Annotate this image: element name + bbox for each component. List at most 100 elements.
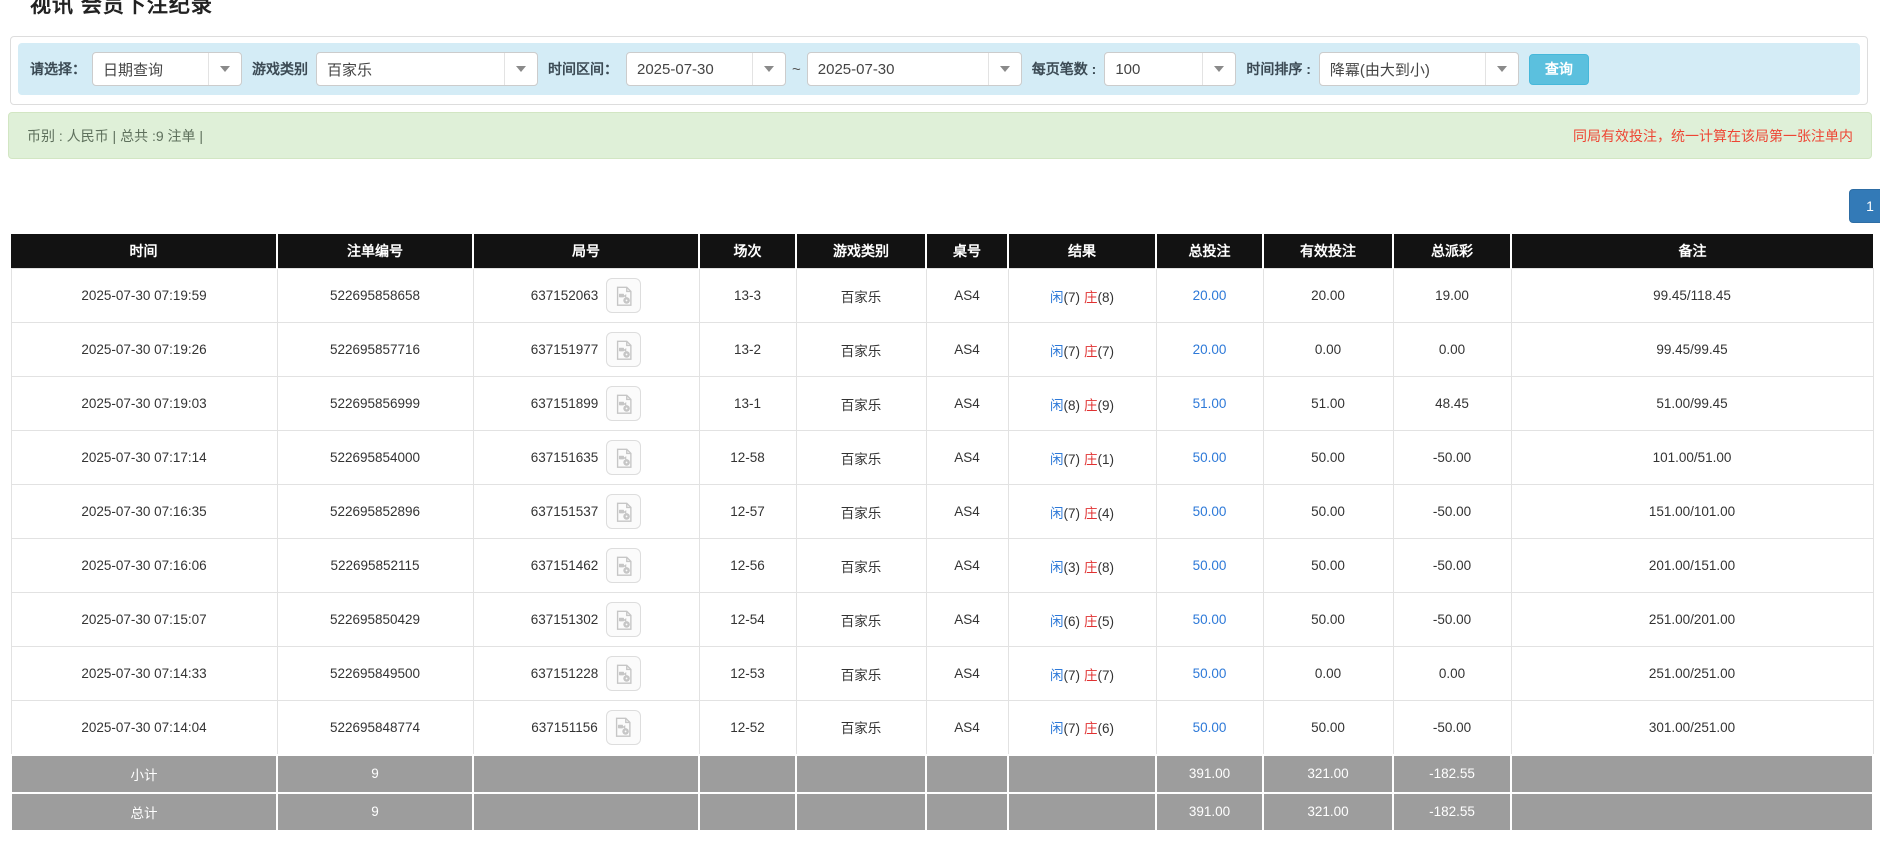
banker-score: (6): [1097, 721, 1115, 737]
cell-bet-id: 522695848774: [276, 700, 474, 755]
cell-bet-id: 522695856999: [276, 376, 474, 431]
subtotal-empty-cell: [1007, 753, 1157, 794]
chevron-down-icon: [987, 53, 1021, 85]
total-bet-link[interactable]: 20.00: [1193, 288, 1227, 303]
banker-score: (1): [1097, 451, 1115, 467]
video-record-button[interactable]: [606, 332, 642, 367]
player-score: (7): [1063, 451, 1081, 467]
video-record-button[interactable]: [606, 602, 642, 637]
cell-remark: 201.00/151.00: [1510, 538, 1874, 593]
total-bet-link[interactable]: 50.00: [1193, 450, 1227, 465]
filter-bar: 请选择： 日期查询 游戏类别 百家乐 时间区间： 2025-07-30 ~ 20…: [18, 43, 1860, 95]
banker-score: (4): [1097, 505, 1115, 521]
video-record-button[interactable]: [606, 386, 642, 421]
cell-result: 闲(8) 庄(9): [1007, 376, 1157, 431]
cell-result: 闲(7) 庄(4): [1007, 484, 1157, 539]
round-id: 637151228: [530, 666, 599, 681]
video-record-button[interactable]: [606, 494, 642, 529]
player-result: 闲: [1050, 559, 1064, 575]
time-range-label: 时间区间：: [548, 61, 618, 77]
total-empty-cell: [698, 791, 797, 832]
banker-result: 庄: [1084, 397, 1098, 413]
total-bet-link[interactable]: 50.00: [1193, 612, 1227, 627]
cell-valid-bet: 50.00: [1262, 592, 1394, 647]
player-result: 闲: [1050, 505, 1064, 521]
total-valid-bet: 321.00: [1262, 791, 1394, 832]
video-record-button[interactable]: [606, 656, 642, 691]
page-size-label: 每页笔数 :: [1031, 61, 1097, 77]
query-button[interactable]: 查询: [1528, 53, 1589, 85]
cell-session: 12-54: [698, 592, 797, 647]
cell-round-id: 637151302: [472, 592, 700, 647]
chevron-down-icon: [1484, 53, 1518, 85]
game-type-dropdown[interactable]: 百家乐: [316, 52, 538, 86]
video-record-icon: [616, 448, 632, 468]
cell-time: 2025-07-30 07:19:03: [10, 376, 278, 431]
total-label: 总计: [10, 791, 278, 832]
subtotal-row: 小计 9 391.00 321.00 -182.55: [10, 753, 1874, 794]
header-bet-id: 注单编号: [277, 234, 474, 269]
player-score: (7): [1063, 667, 1081, 683]
table-row: 2025-07-30 07:19:03 522695856999 6371518…: [10, 376, 1874, 431]
player-score: (6): [1063, 613, 1081, 629]
cell-table-no: AS4: [925, 322, 1009, 377]
total-payout: -182.55: [1392, 791, 1512, 832]
sort-order-dropdown[interactable]: 降冪(由大到小): [1318, 52, 1519, 86]
cell-game: 百家乐: [795, 268, 927, 323]
cell-valid-bet: 0.00: [1262, 322, 1394, 377]
cell-time: 2025-07-30 07:16:06: [10, 538, 278, 593]
total-bet-link[interactable]: 20.00: [1193, 342, 1227, 357]
cell-round-id: 637151899: [472, 376, 700, 431]
cell-table-no: AS4: [925, 430, 1009, 485]
video-record-button[interactable]: [606, 440, 642, 475]
cell-time: 2025-07-30 07:14:04: [10, 700, 278, 755]
total-empty-cell: [795, 791, 927, 832]
cell-total-bet: 50.00: [1155, 592, 1264, 647]
sort-order-label: 时间排序 :: [1246, 61, 1311, 77]
date-from-picker[interactable]: 2025-07-30: [626, 52, 786, 86]
pagination-page-1[interactable]: 1: [1849, 189, 1880, 223]
total-bet-link[interactable]: 50.00: [1193, 666, 1227, 681]
cell-payout: -50.00: [1392, 430, 1512, 485]
cell-remark: 101.00/51.00: [1510, 430, 1874, 485]
video-record-button[interactable]: [606, 548, 642, 583]
query-type-dropdown[interactable]: 日期查询: [92, 52, 242, 86]
table-row: 2025-07-30 07:14:04 522695848774 6371511…: [10, 700, 1874, 755]
total-count: 9: [276, 791, 474, 832]
video-record-button[interactable]: [605, 709, 641, 745]
query-type-value: 日期查询: [103, 61, 164, 79]
round-id: 637151537: [530, 504, 599, 519]
total-bet-link[interactable]: 50.00: [1193, 720, 1227, 735]
date-to-picker[interactable]: 2025-07-30: [806, 52, 1022, 86]
cell-table-no: AS4: [925, 592, 1009, 647]
total-bet-link[interactable]: 50.00: [1193, 558, 1227, 573]
round-id: 637151462: [530, 558, 599, 573]
table-row: 2025-07-30 07:19:26 522695857716 6371519…: [10, 322, 1874, 377]
banker-result: 庄: [1084, 721, 1098, 737]
cell-total-bet: 50.00: [1155, 646, 1264, 701]
total-bet-link[interactable]: 51.00: [1193, 396, 1227, 411]
table-row: 2025-07-30 07:19:59 522695858658 6371520…: [10, 268, 1874, 323]
subtotal-empty-cell: [698, 753, 797, 794]
banker-result: 庄: [1084, 289, 1098, 305]
cell-round-id: 637151977: [472, 322, 700, 377]
page-size-dropdown[interactable]: 100: [1104, 52, 1237, 86]
player-score: (7): [1063, 289, 1081, 305]
cell-valid-bet: 50.00: [1262, 538, 1394, 593]
cell-remark: 251.00/251.00: [1510, 646, 1874, 701]
chevron-down-icon: [752, 53, 785, 85]
chevron-down-icon: [504, 53, 537, 85]
cell-game: 百家乐: [795, 646, 927, 701]
subtotal-payout: -182.55: [1392, 753, 1512, 794]
cell-table-no: AS4: [925, 376, 1009, 431]
video-record-button[interactable]: [606, 278, 642, 313]
cell-table-no: AS4: [925, 646, 1009, 701]
cell-remark: 251.00/201.00: [1510, 592, 1874, 647]
page-title: 视讯 会员下注纪录: [30, 0, 213, 17]
table-row: 2025-07-30 07:15:07 522695850429 6371513…: [10, 592, 1874, 647]
total-bet-link[interactable]: 50.00: [1193, 504, 1227, 519]
header-session: 场次: [699, 234, 797, 269]
subtotal-empty-cell: [795, 753, 927, 794]
player-score: (7): [1063, 505, 1081, 521]
cell-valid-bet: 20.00: [1262, 268, 1394, 323]
